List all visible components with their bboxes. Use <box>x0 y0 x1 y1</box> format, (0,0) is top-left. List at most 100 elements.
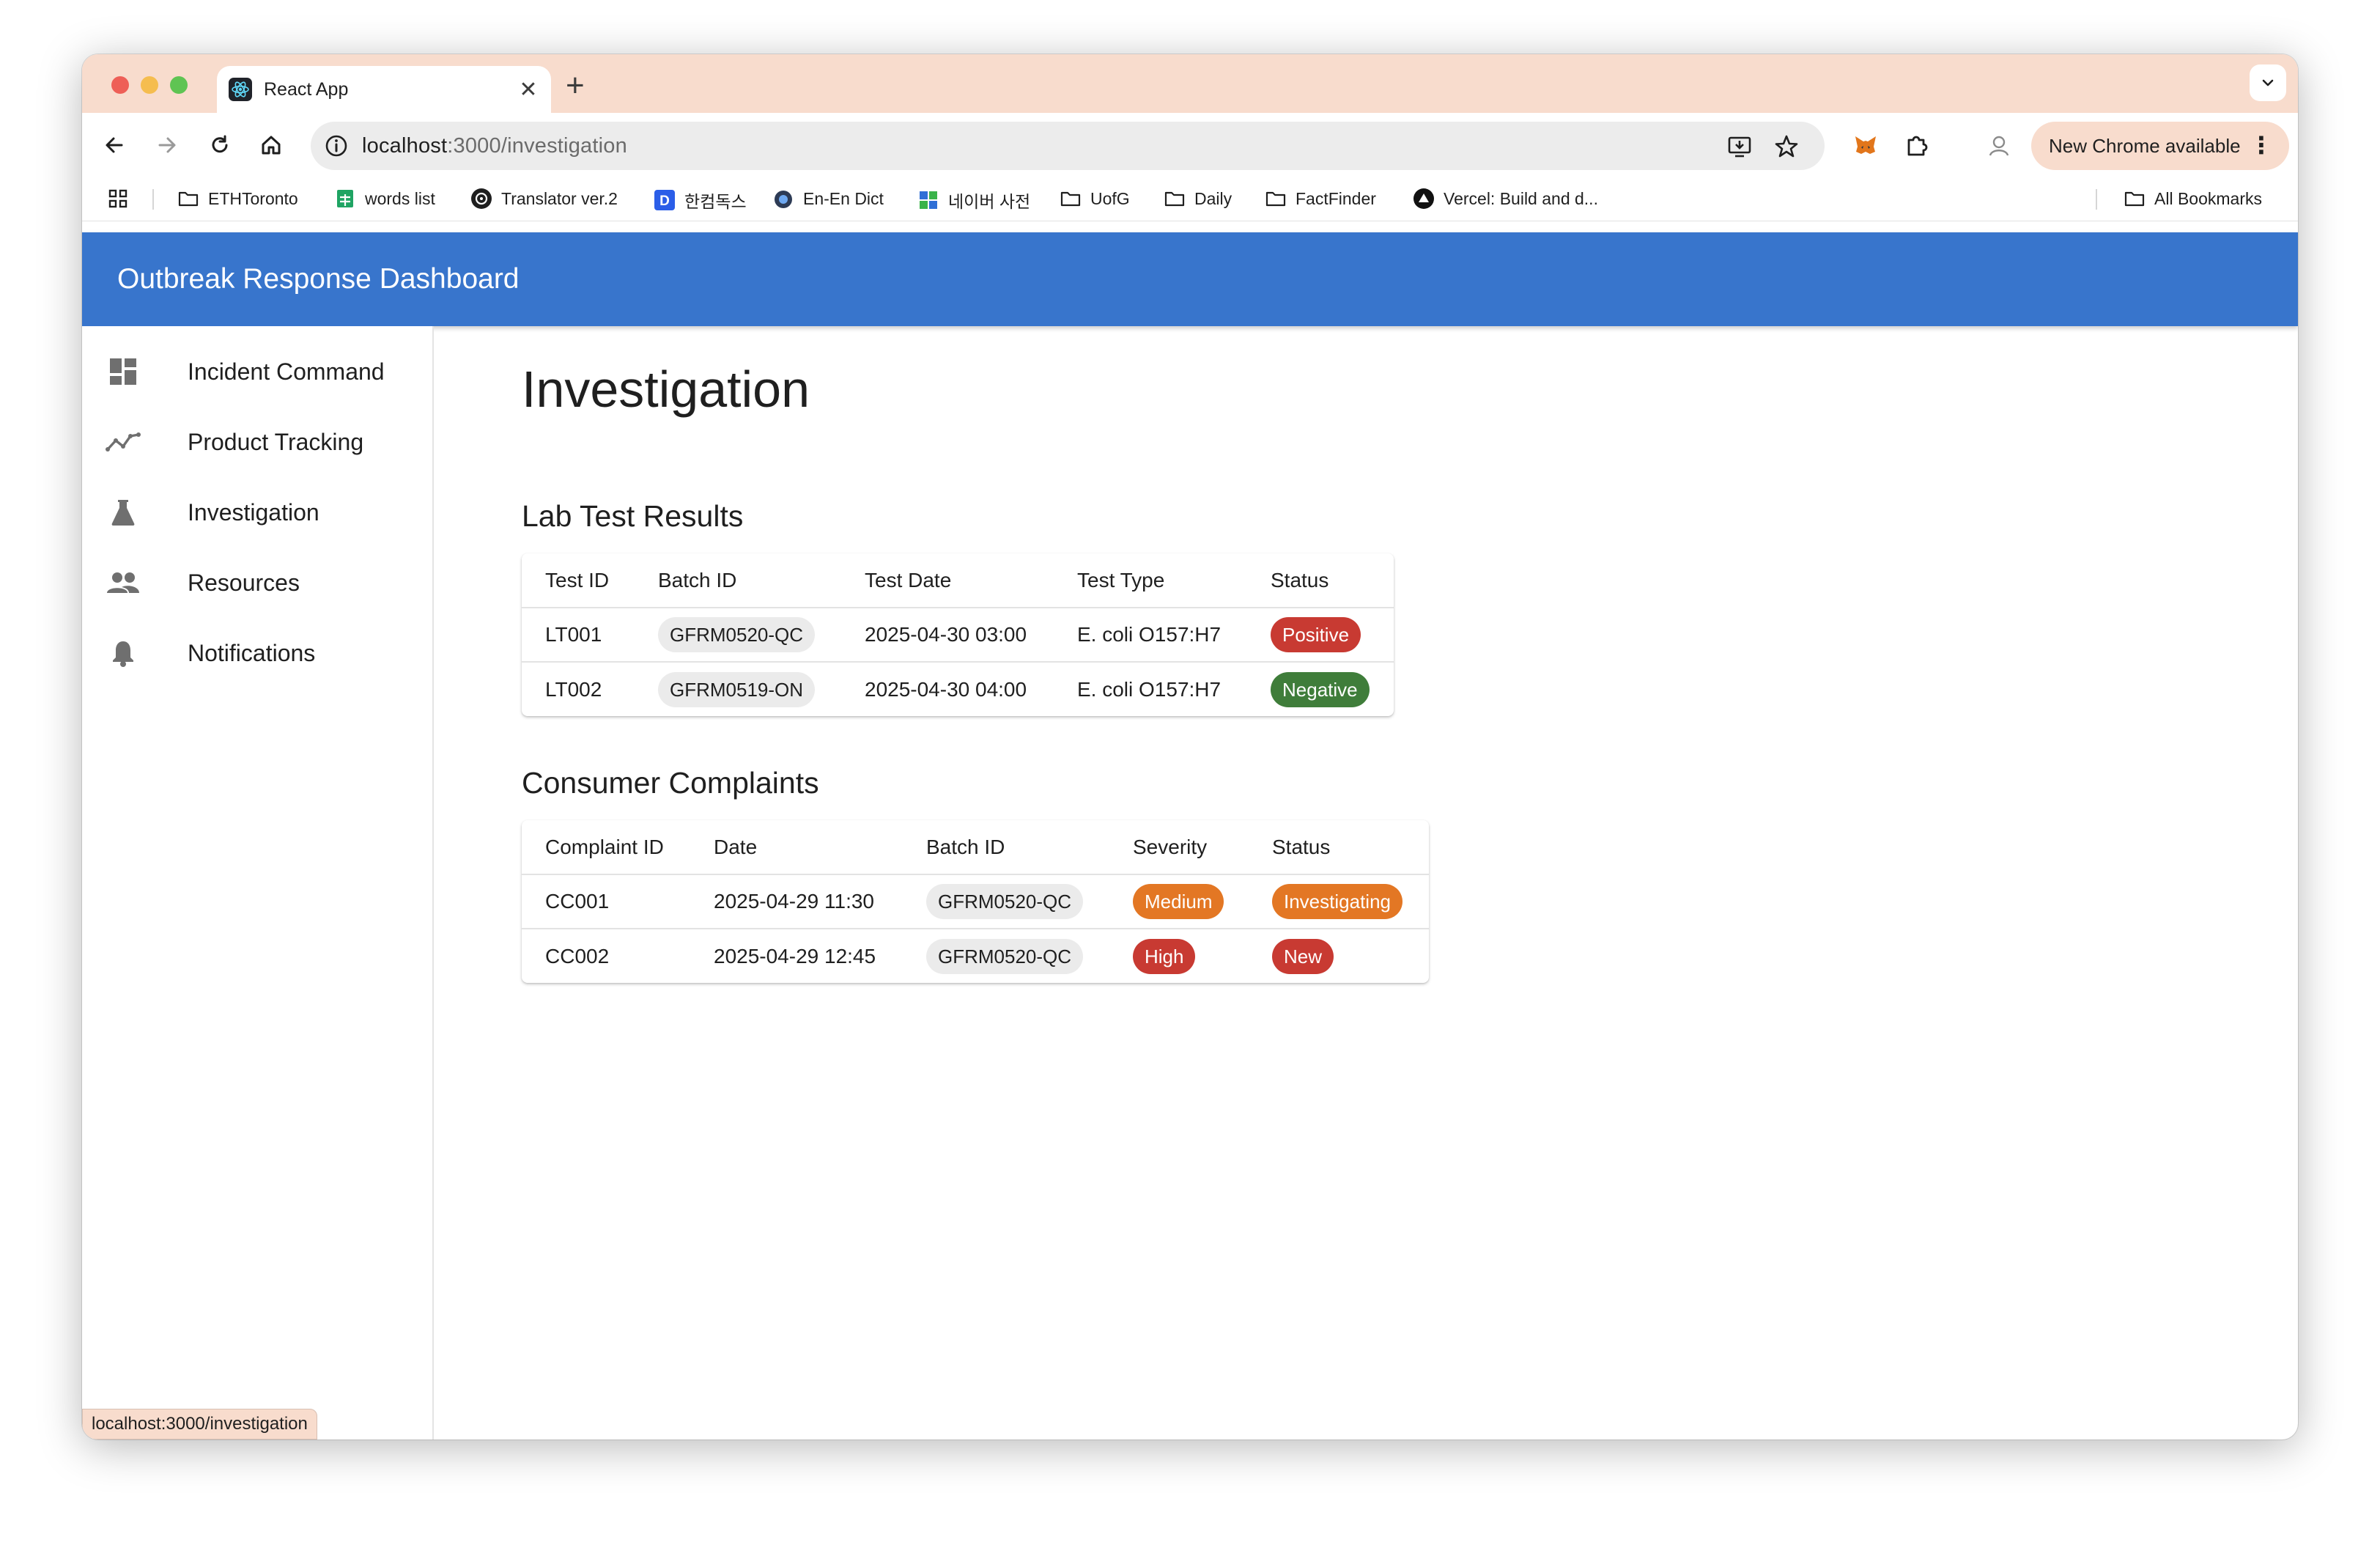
app-title: Outbreak Response Dashboard <box>117 263 520 295</box>
sheets-icon <box>334 188 356 210</box>
bookmark-label: 네이버 사전 <box>948 192 1031 211</box>
sidebar-item-product-tracking[interactable]: Product Tracking <box>82 407 432 477</box>
timeline-icon <box>106 424 141 460</box>
column-header: Date <box>714 835 758 858</box>
address-bar[interactable]: localhost:3000/investigation <box>311 122 1825 170</box>
install-app-icon[interactable] <box>1726 133 1753 160</box>
sidebar-item-label: Product Tracking <box>188 428 364 455</box>
column-header: Status <box>1272 835 1331 858</box>
folder-icon <box>1060 188 1082 210</box>
chrome-update-button[interactable]: New Chrome available ⋮ <box>2031 122 2289 170</box>
status-badge: New <box>1272 938 1334 974</box>
bookmark-ethtoronto[interactable]: ETHToronto <box>177 188 298 210</box>
apps-button[interactable] <box>107 188 129 210</box>
tab-search-button[interactable] <box>2250 64 2286 101</box>
bookmark-en-en-dict[interactable]: En-En Dict <box>772 188 884 210</box>
bookmark-naver-dict[interactable]: 네이버 사전 <box>917 188 1030 213</box>
bookmark-factfinder[interactable]: FactFinder <box>1265 188 1376 210</box>
close-window-button[interactable] <box>111 76 129 94</box>
metamask-icon[interactable] <box>1849 129 1882 161</box>
lab-results-title: Lab Test Results <box>522 499 744 533</box>
browser-tab[interactable]: React App ✕ <box>217 66 551 113</box>
test-id: LT002 <box>522 661 635 716</box>
star-icon[interactable] <box>1773 133 1800 160</box>
column-header: Severity <box>1133 835 1208 858</box>
tab-title: React App <box>264 78 349 100</box>
bookmark-label: FactFinder <box>1296 188 1376 208</box>
severity-badge: High <box>1133 938 1196 974</box>
flask-icon <box>106 495 141 530</box>
test-date: 2025-04-30 03:00 <box>841 607 1054 662</box>
test-date: 2025-04-30 04:00 <box>841 661 1054 716</box>
column-header: Batch ID <box>658 568 737 591</box>
batch-chip: GFRM0520-QC <box>926 884 1084 919</box>
dashboard-icon <box>106 354 141 389</box>
back-button[interactable] <box>98 129 130 161</box>
site-info-icon[interactable] <box>324 133 349 158</box>
bookmark-label: Daily <box>1194 188 1232 208</box>
sidebar-item-notifications[interactable]: Notifications <box>82 618 432 688</box>
sidebar-item-investigation[interactable]: Investigation <box>82 477 432 548</box>
column-header: Batch ID <box>926 835 1005 858</box>
more-vert-icon: ⋮ <box>2250 132 2273 158</box>
forward-button[interactable] <box>151 129 183 161</box>
table-row: LT002 GFRM0519-ON 2025-04-30 04:00 E. co… <box>522 661 1394 716</box>
react-icon <box>229 78 252 101</box>
lab-results-table: Test ID Batch ID Test Date Test Type Sta… <box>522 553 1394 716</box>
arrow-left-icon <box>106 137 123 153</box>
bookmark-label: Translator ver.2 <box>501 188 618 208</box>
batch-chip: GFRM0520-QC <box>926 938 1084 974</box>
folder-icon <box>2124 188 2146 210</box>
url-host: localhost <box>362 134 448 158</box>
browser-window: React App ✕ + localhost:3000/investigati… <box>82 54 2298 1440</box>
minimize-window-button[interactable] <box>141 76 158 94</box>
bookmark-label: 한컴독스 <box>684 192 747 211</box>
bookmark-translator[interactable]: Translator ver.2 <box>470 188 618 210</box>
bookmark-label: En-En Dict <box>803 188 884 208</box>
test-type: E. coli O157:H7 <box>1054 607 1247 662</box>
sidebar-item-label: Resources <box>188 569 300 596</box>
home-button[interactable] <box>255 129 287 161</box>
column-header: Test Date <box>865 568 952 591</box>
browser-toolbar: localhost:3000/investigation New Chrome … <box>82 113 2298 177</box>
chevron-down-icon <box>2262 79 2274 86</box>
sidebar-item-label: Investigation <box>188 498 319 526</box>
extensions-icon[interactable] <box>1901 129 1933 161</box>
bookmark-hancom-docs[interactable]: D 한컴독스 <box>654 188 747 213</box>
tab-close-icon[interactable]: ✕ <box>517 77 539 103</box>
bookmark-vercel[interactable]: Vercel: Build and d... <box>1413 188 1598 210</box>
bookmark-words-list[interactable]: words list <box>334 188 435 210</box>
bookmark-label: Vercel: Build and d... <box>1444 188 1598 208</box>
test-id: LT001 <box>522 607 635 662</box>
reload-icon <box>212 135 228 153</box>
table-row: CC002 2025-04-29 12:45 GFRM0520-QC High … <box>522 928 1429 983</box>
svg-text:D: D <box>659 194 670 209</box>
new-tab-button[interactable]: + <box>566 67 585 104</box>
profile-avatar-icon[interactable] <box>1983 129 2015 161</box>
sidebar-item-resources[interactable]: Resources <box>82 548 432 618</box>
all-bookmarks-button[interactable]: All Bookmarks <box>2124 188 2262 210</box>
column-header: Complaint ID <box>545 835 664 858</box>
sidebar-item-label: Notifications <box>188 639 316 666</box>
url-path: :3000/investigation <box>447 134 627 158</box>
batch-chip: GFRM0520-QC <box>658 617 816 652</box>
vercel-icon <box>1413 188 1435 210</box>
complaints-title: Consumer Complaints <box>522 766 819 800</box>
bookmark-uofg[interactable]: UofG <box>1060 188 1130 210</box>
update-label: New Chrome available <box>2049 134 2241 157</box>
bookmark-daily[interactable]: Daily <box>1164 188 1232 210</box>
naver-icon <box>917 189 939 211</box>
sidebar-item-incident-command[interactable]: Incident Command <box>82 336 432 407</box>
status-badge: Positive <box>1271 617 1361 652</box>
bookmarks-separator <box>2096 189 2097 210</box>
folder-icon <box>1164 188 1186 210</box>
status-bar-url: localhost:3000/investigation <box>82 1409 317 1440</box>
complaint-date: 2025-04-29 11:30 <box>690 874 903 929</box>
url-text: localhost:3000/investigation <box>362 134 627 158</box>
dict-icon <box>772 188 794 210</box>
page-title: Investigation <box>522 361 810 418</box>
home-icon <box>262 136 281 155</box>
maximize-window-button[interactable] <box>170 76 188 94</box>
reload-button[interactable] <box>204 129 236 161</box>
apps-grid-icon <box>108 189 128 208</box>
